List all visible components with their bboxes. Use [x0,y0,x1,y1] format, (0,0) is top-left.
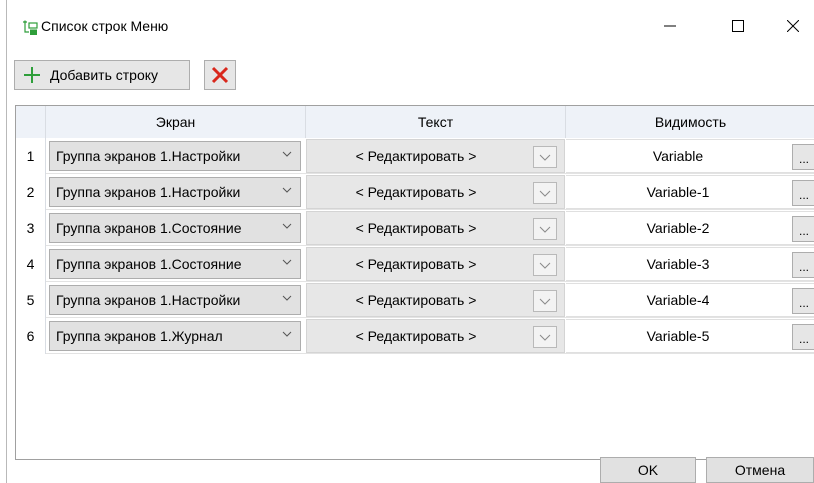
text-cell-value: < Редактировать > [355,220,477,236]
title-bar: Список строк Меню [7,0,814,44]
chevron-down-icon [539,226,551,233]
text-cell-value: < Редактировать > [355,256,477,272]
screen-dropdown-value: Группа экранов 1.Настройки [56,184,241,200]
screen-dropdown[interactable]: Группа экранов 1.Настройки [49,141,301,171]
visibility-browse-button[interactable]: ... [792,288,814,314]
screen-dropdown-value: Группа экранов 1.Настройки [56,292,241,308]
window-title: Список строк Меню [41,18,169,34]
text-cell[interactable]: < Редактировать > [306,139,565,173]
screen-dropdown[interactable]: Группа экранов 1.Настройки [49,177,301,207]
text-cell[interactable]: < Редактировать > [306,247,565,281]
visibility-cell[interactable]: Variable-5 ... [566,319,814,353]
chevron-down-icon [539,298,551,305]
menu-rows-grid: Экран Текст Видимость 1 Группа экранов 1… [15,105,814,460]
chevron-down-icon [539,154,551,161]
text-cell[interactable]: < Редактировать > [306,283,565,317]
add-row-label: Добавить строку [50,67,159,83]
minimize-button[interactable] [647,8,693,44]
chevron-down-icon [282,187,292,193]
row-divider [46,353,814,354]
table-row[interactable]: 4 Группа экранов 1.Состояние < Редактиро… [16,246,814,282]
text-cell-value: < Редактировать > [355,292,477,308]
maximize-icon [732,20,744,32]
screen-dropdown-value: Группа экранов 1.Состояние [56,220,242,236]
window-border [6,0,7,483]
text-cell[interactable]: < Редактировать > [306,211,565,245]
screen-dropdown-value: Группа экранов 1.Настройки [56,148,241,164]
chevron-down-icon [539,334,551,341]
plus-icon [24,67,40,83]
row-header-corner [16,106,46,138]
visibility-cell[interactable]: Variable-3 ... [566,247,814,281]
text-dropdown-button[interactable] [533,254,557,276]
chevron-down-icon [539,262,551,269]
delete-row-button[interactable] [204,60,236,90]
visibility-browse-button[interactable]: ... [792,144,814,170]
visibility-value: Variable-2 [646,220,710,236]
row-number[interactable]: 5 [16,282,46,318]
text-cell-value: < Редактировать > [355,148,477,164]
screen-dropdown-value: Группа экранов 1.Журнал [56,328,223,344]
visibility-cell[interactable]: Variable-2 ... [566,211,814,245]
ok-button[interactable]: OK [600,457,696,483]
visibility-cell[interactable]: Variable ... [566,139,814,173]
row-number[interactable]: 6 [16,318,46,354]
column-header-visibility[interactable]: Видимость [566,106,814,138]
text-cell-value: < Редактировать > [355,184,477,200]
text-dropdown-button[interactable] [533,290,557,312]
visibility-value: Variable [652,148,704,164]
minimize-icon [664,25,676,27]
text-dropdown-button[interactable] [533,146,557,168]
visibility-browse-button[interactable]: ... [792,180,814,206]
maximize-button[interactable] [715,8,761,44]
screen-dropdown[interactable]: Группа экранов 1.Состояние [49,213,301,243]
visibility-browse-button[interactable]: ... [792,252,814,278]
visibility-browse-button[interactable]: ... [792,216,814,242]
column-header-screen[interactable]: Экран [46,106,306,138]
row-number[interactable]: 3 [16,210,46,246]
menu-rows-icon [23,20,38,35]
red-x-icon [211,66,229,84]
visibility-value: Variable-1 [646,184,710,200]
visibility-cell[interactable]: Variable-4 ... [566,283,814,317]
chevron-down-icon [282,151,292,157]
screen-dropdown-value: Группа экранов 1.Состояние [56,256,242,272]
text-dropdown-button[interactable] [533,326,557,348]
table-row[interactable]: 1 Группа экранов 1.Настройки < Редактиро… [16,138,814,174]
column-header-text[interactable]: Текст [306,106,566,138]
text-cell-value: < Редактировать > [355,328,477,344]
visibility-browse-button[interactable]: ... [792,324,814,350]
table-row[interactable]: 5 Группа экранов 1.Настройки < Редактиро… [16,282,814,318]
table-row[interactable]: 6 Группа экранов 1.Журнал < Редактироват… [16,318,814,354]
screen-dropdown[interactable]: Группа экранов 1.Настройки [49,285,301,315]
visibility-cell[interactable]: Variable-1 ... [566,175,814,209]
row-number[interactable]: 4 [16,246,46,282]
chevron-down-icon [282,223,292,229]
cancel-button[interactable]: Отмена [706,457,814,483]
screen-dropdown[interactable]: Группа экранов 1.Журнал [49,321,301,351]
visibility-value: Variable-3 [646,256,710,272]
text-dropdown-button[interactable] [533,218,557,240]
visibility-value: Variable-4 [646,292,710,308]
add-row-button[interactable]: Добавить строку [14,60,190,90]
text-cell[interactable]: < Редактировать > [306,319,565,353]
table-row[interactable]: 2 Группа экранов 1.Настройки < Редактиро… [16,174,814,210]
chevron-down-icon [282,295,292,301]
row-number[interactable]: 1 [16,138,46,174]
chevron-down-icon [282,259,292,265]
chevron-down-icon [282,331,292,337]
dialog-window: Список строк Меню Добавить строку Экран … [0,0,814,483]
text-dropdown-button[interactable] [533,182,557,204]
text-cell[interactable]: < Редактировать > [306,175,565,209]
row-number[interactable]: 2 [16,174,46,210]
table-row[interactable]: 3 Группа экранов 1.Состояние < Редактиро… [16,210,814,246]
screen-dropdown[interactable]: Группа экранов 1.Состояние [49,249,301,279]
chevron-down-icon [539,190,551,197]
close-button[interactable] [770,8,814,44]
visibility-value: Variable-5 [646,328,710,344]
close-icon [787,20,799,32]
